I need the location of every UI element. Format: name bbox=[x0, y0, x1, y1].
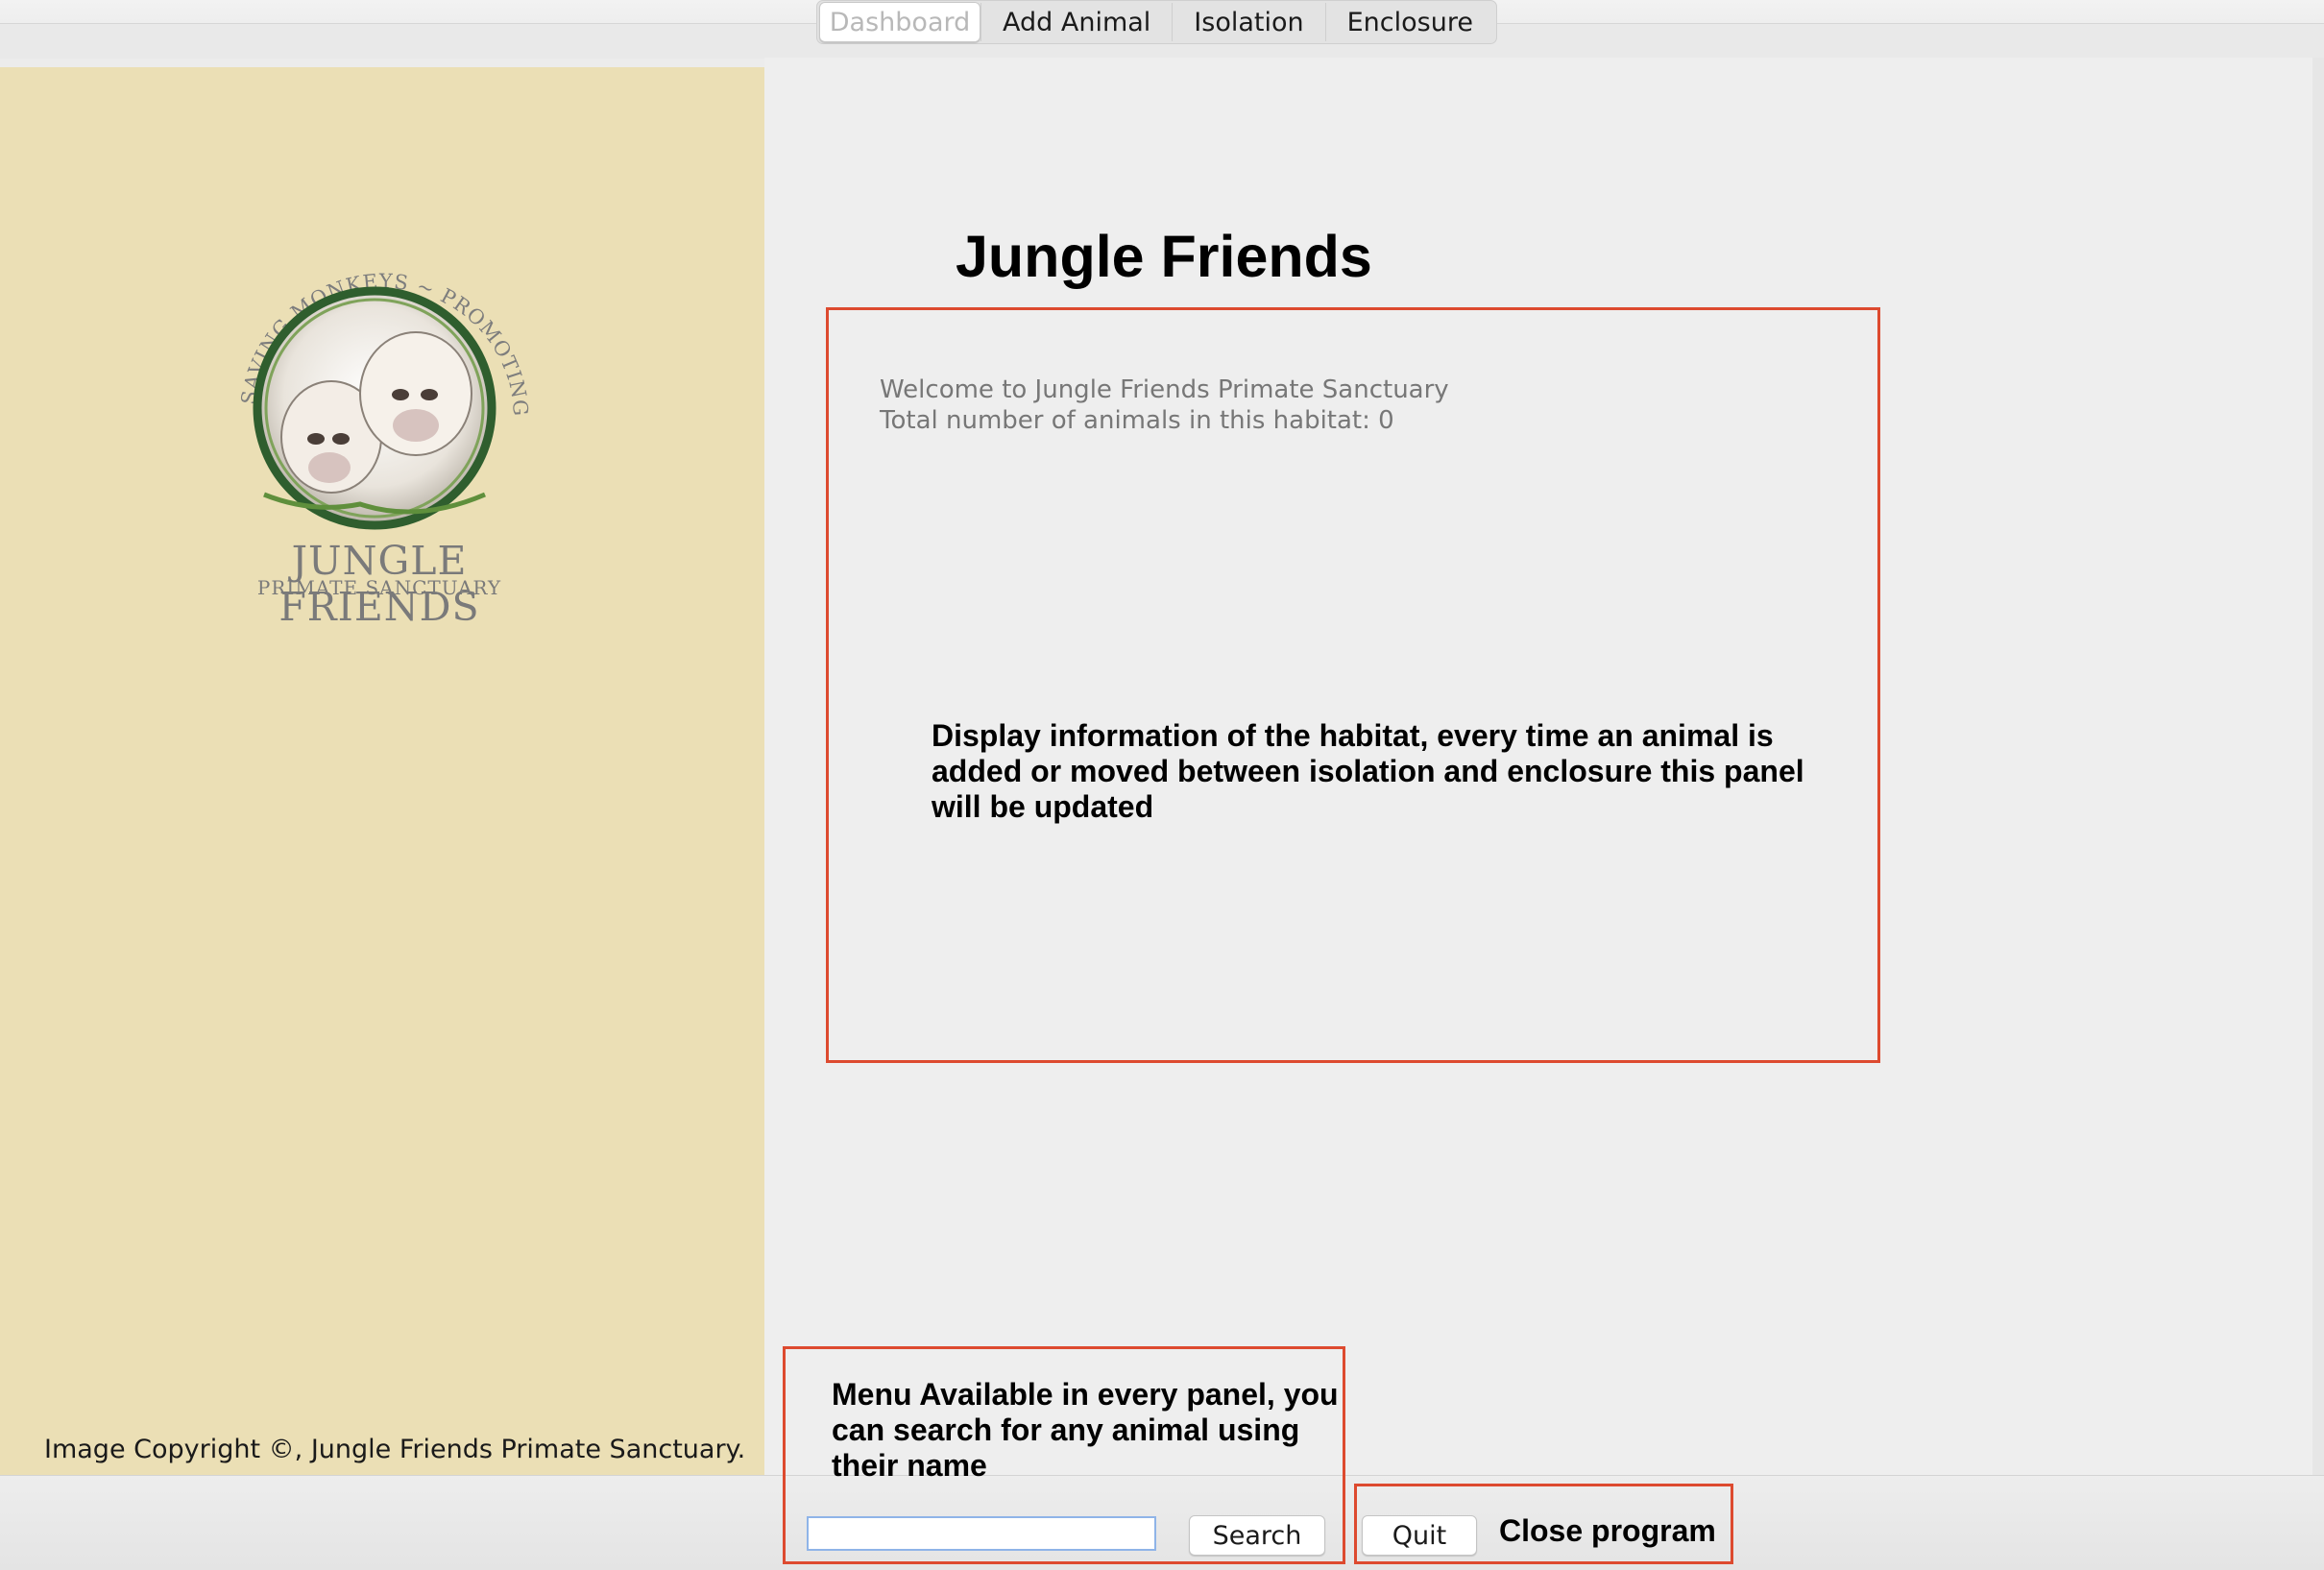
search-input[interactable] bbox=[807, 1516, 1156, 1551]
habitat-annotation-note: Display information of the habitat, ever… bbox=[932, 718, 1804, 824]
logo-subtitle: PRIMATE SANCTUARY bbox=[256, 576, 502, 599]
copyright-text: Image Copyright ©, Jungle Friends Primat… bbox=[44, 1435, 746, 1464]
tab-group: Dashboard Add Animal Isolation Enclosure bbox=[816, 0, 1497, 44]
welcome-text: Welcome to Jungle Friends Primate Sanctu… bbox=[880, 375, 1449, 404]
menu-annotation-note: Menu Available in every panel, you can s… bbox=[832, 1377, 1339, 1483]
search-button[interactable]: Search bbox=[1189, 1515, 1325, 1556]
tab-isolation[interactable]: Isolation bbox=[1172, 3, 1324, 41]
quit-button[interactable]: Quit bbox=[1362, 1515, 1477, 1556]
monkey-logo-icon: SAVING MONKEYS ~ PROMOTING COMPASSION bbox=[186, 198, 531, 530]
window-edge bbox=[2312, 58, 2324, 1475]
tab-add-animal[interactable]: Add Animal bbox=[980, 3, 1172, 41]
page-title: Jungle Friends bbox=[956, 224, 1372, 289]
animal-count-text: Total number of animals in this habitat:… bbox=[880, 406, 1394, 435]
quit-annotation-note: Close program bbox=[1499, 1513, 1716, 1548]
tab-dashboard[interactable]: Dashboard bbox=[819, 2, 980, 42]
tab-enclosure[interactable]: Enclosure bbox=[1324, 3, 1494, 41]
